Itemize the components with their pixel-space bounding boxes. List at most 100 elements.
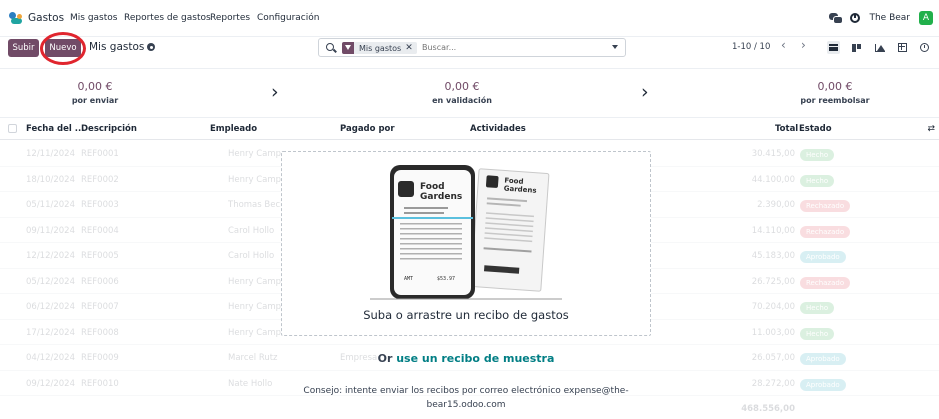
cell-employee: Thomas Beck — [228, 200, 286, 210]
cell-description: REF0002 — [81, 174, 119, 185]
pager-prev-button[interactable]: ‹ — [781, 38, 786, 52]
cell-description: REF0007 — [81, 302, 119, 312]
receipt-dropzone[interactable]: Food Gardens Food Gardens AMT $53.97 Sub… — [281, 151, 651, 336]
email-tip-line2[interactable]: bear15.odoo.com — [281, 398, 651, 412]
cell-total: 2.390,00 — [757, 200, 795, 210]
under-validation-amount[interactable]: 0,00 € — [417, 80, 507, 93]
grand-total: 468.556,00 — [741, 404, 795, 414]
status-badge: Hecho — [800, 174, 835, 187]
to-submit-amount[interactable]: 0,00 € — [50, 80, 140, 93]
list-icon — [829, 44, 838, 51]
phone-brand-line1: Food — [420, 182, 445, 192]
cell-description: REF0006 — [81, 276, 119, 287]
cell-total: 26.057,00 — [751, 353, 795, 363]
graph-view-button[interactable] — [873, 41, 886, 54]
kanban-view-button[interactable] — [850, 41, 863, 54]
email-tip: Consejo: intente enviar los recibos por … — [281, 384, 651, 412]
menu-configuration[interactable]: Configuración — [257, 13, 319, 23]
filter-icon — [342, 42, 354, 54]
cell-date: 18/10/2024 — [26, 174, 75, 185]
status-badge: Aprobado — [800, 251, 846, 263]
facet-label: Mis gastos — [359, 43, 402, 53]
cell-employee: Nate Hollo — [228, 378, 273, 389]
search-facet: Mis gastos ✕ — [342, 42, 417, 54]
cell-total: 44.100,00 — [751, 174, 795, 185]
sample-receipt-line: Or use un recibo de muestra — [281, 352, 651, 365]
cell-total: 30.415,00 — [751, 149, 795, 159]
column-total[interactable]: Total — [775, 124, 798, 134]
table-header: Fecha del ... Descripción Empleado Pagad… — [0, 118, 939, 140]
select-all-checkbox[interactable] — [8, 124, 17, 133]
cell-description: REF0005 — [81, 251, 119, 261]
receipt-amount: $53.97 — [437, 276, 455, 282]
search-input[interactable] — [422, 41, 602, 54]
user-avatar[interactable]: A — [919, 11, 933, 25]
new-button[interactable]: Nuevo — [45, 39, 81, 57]
cell-date: 06/12/2024 — [26, 302, 75, 312]
list-view-button[interactable] — [827, 41, 840, 54]
pager-value[interactable]: 1-10 / 10 — [732, 42, 770, 52]
kanban-icon — [852, 43, 861, 52]
cell-date: 12/12/2024 — [26, 251, 75, 261]
search-bar[interactable]: Mis gastos ✕ — [318, 38, 626, 57]
status-badge: Hecho — [800, 149, 835, 161]
upload-button[interactable]: Subir — [8, 39, 39, 57]
status-badge: Rechazado — [800, 276, 851, 289]
status-badge: Aprobado — [800, 353, 846, 365]
optional-columns-icon[interactable]: ⇄ — [927, 124, 935, 134]
facet-close-icon[interactable]: ✕ — [405, 43, 417, 53]
page-title: Mis gastos — [89, 41, 145, 53]
column-activities[interactable]: Actividades — [470, 124, 526, 134]
menu-expense-reports[interactable]: Reportes de gastos — [124, 13, 211, 23]
column-paid-by[interactable]: Pagado por — [340, 124, 395, 134]
cell-employee: Marcel Rutz — [228, 353, 278, 363]
expenses-app-icon[interactable] — [9, 12, 23, 24]
to-submit-label[interactable]: por enviar — [50, 96, 140, 105]
or-text: Or — [377, 352, 393, 365]
phone-brand-line2: Gardens — [420, 192, 462, 202]
cell-date: 17/12/2024 — [26, 327, 75, 338]
search-options-dropdown-icon[interactable] — [612, 45, 618, 49]
app-name[interactable]: Gastos — [28, 12, 64, 24]
breadcrumb: Mis gastos — [89, 41, 156, 53]
menu-my-expenses[interactable]: Mis gastos — [70, 13, 117, 23]
cell-total: 26.725,00 — [751, 276, 795, 287]
status-badge: Rechazado — [800, 225, 851, 238]
company-name[interactable]: The Bear — [869, 13, 910, 23]
gear-icon[interactable] — [147, 43, 156, 51]
pivot-icon — [898, 43, 907, 52]
status-badge: Hecho — [800, 327, 835, 340]
column-description[interactable]: Descripción — [81, 124, 137, 134]
to-reimburse-label[interactable]: por reembolsar — [785, 96, 885, 105]
under-validation-label[interactable]: en validación — [412, 96, 512, 105]
cell-employee: Carol Hollo — [228, 225, 275, 236]
menu-reports[interactable]: Reportes — [210, 13, 250, 23]
pager-next-button[interactable]: › — [801, 38, 806, 52]
cell-total: 70.204,00 — [751, 302, 795, 312]
cell-date: 09/12/2024 — [26, 378, 75, 389]
column-employee[interactable]: Empleado — [210, 124, 257, 134]
cell-employee: Carol Hollo — [228, 251, 275, 261]
systray: The Bear A — [829, 10, 933, 26]
column-state[interactable]: Estado — [799, 124, 832, 134]
activity-icon — [920, 43, 929, 52]
activity-clock-icon[interactable] — [850, 13, 861, 23]
status-badge: Aprobado — [800, 378, 846, 391]
graph-icon — [874, 43, 885, 52]
search-icon[interactable] — [326, 43, 334, 51]
cell-date: 09/11/2024 — [26, 225, 75, 236]
email-tip-line1: Consejo: intente enviar los recibos por … — [303, 386, 629, 396]
pivot-view-button[interactable] — [896, 41, 909, 54]
cell-description: REF0010 — [81, 378, 119, 389]
cell-description: REF0004 — [81, 225, 119, 236]
status-badge: Rechazado — [800, 200, 851, 212]
activity-view-button[interactable] — [918, 41, 931, 54]
chevron-right-icon: › — [271, 81, 279, 103]
cell-date: 12/11/2024 — [26, 149, 75, 159]
sample-receipt-link[interactable]: use un recibo de muestra — [396, 352, 554, 365]
to-reimburse-amount[interactable]: 0,00 € — [790, 80, 880, 93]
dropzone-title: Suba o arrastre un recibo de gastos — [363, 308, 569, 322]
column-date[interactable]: Fecha del ... — [26, 124, 84, 134]
status-badge: Hecho — [800, 302, 835, 314]
chat-icon[interactable] — [829, 13, 844, 24]
